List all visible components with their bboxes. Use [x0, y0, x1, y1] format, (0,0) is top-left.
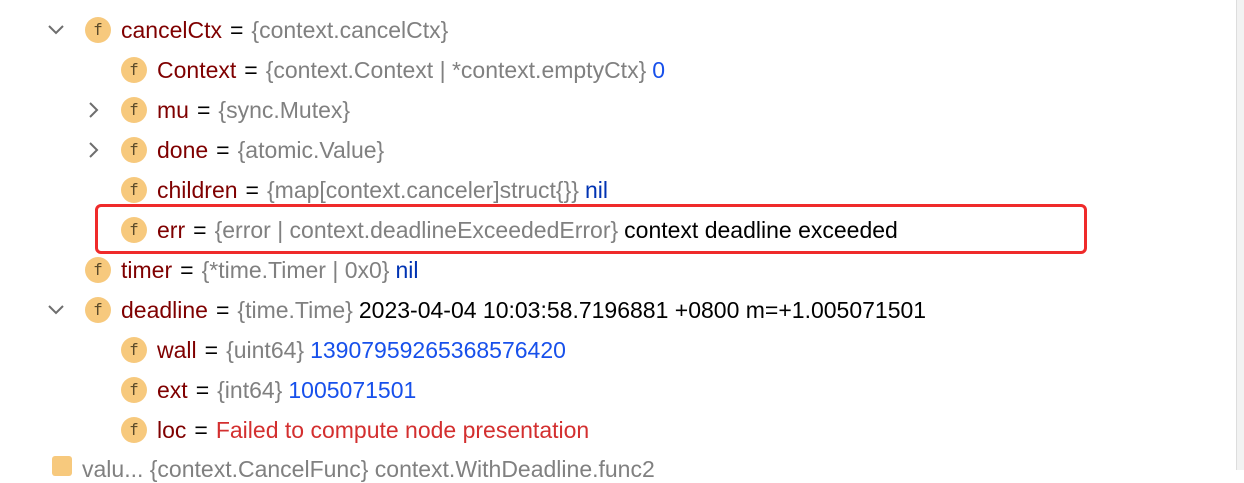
- variable-name: wall: [157, 337, 197, 363]
- tree-row-timer[interactable]: f timer = {*time.Timer | 0x0} nil: [85, 250, 419, 290]
- chevron-right-icon: [89, 142, 99, 158]
- tree-row-cancelctx[interactable]: f cancelCtx = {context.cancelCtx}: [85, 10, 448, 50]
- field-icon: f: [121, 337, 147, 363]
- variable-name: timer: [121, 257, 173, 283]
- variable-type: {*time.Timer | 0x0}: [201, 257, 390, 283]
- tree-row-ext[interactable]: f ext = {int64} 1005071501: [121, 370, 416, 410]
- variable-type: {time.Time}: [237, 297, 353, 323]
- tree-row-deadline[interactable]: f deadline = {time.Time} 2023-04-04 10:0…: [85, 290, 926, 330]
- panel-right-edge: [1236, 0, 1244, 470]
- variable-name: mu: [157, 97, 189, 123]
- variable-value: 0: [652, 57, 666, 83]
- variable-value: Failed to compute node presentation: [215, 417, 590, 443]
- expand-chevron-done[interactable]: [84, 130, 104, 170]
- tree-row-mu[interactable]: f mu = {sync.Mutex}: [121, 90, 350, 130]
- equals-sign: =: [195, 377, 210, 403]
- equals-sign: =: [229, 17, 244, 43]
- highlight-annotation-box: [95, 204, 1087, 254]
- variable-type: {atomic.Value}: [237, 137, 385, 163]
- field-icon: f: [85, 297, 111, 323]
- equals-sign: =: [204, 337, 219, 363]
- variable-type: {int64}: [217, 377, 283, 403]
- variable-value: 2023-04-04 10:03:58.7196881 +0800 m=+1.0…: [358, 297, 927, 323]
- variable-type: {uint64}: [226, 337, 305, 363]
- tree-row-loc[interactable]: f loc = Failed to compute node presentat…: [121, 410, 589, 450]
- equals-sign: =: [180, 257, 194, 283]
- expand-chevron-mu[interactable]: [84, 90, 104, 130]
- expand-chevron-cancelctx[interactable]: [46, 10, 66, 50]
- field-icon: f: [121, 177, 147, 203]
- variable-type: {context.cancelCtx}: [251, 17, 449, 43]
- variable-type: {sync.Mutex}: [218, 97, 351, 123]
- equals-sign: =: [196, 97, 211, 123]
- field-icon: f: [121, 377, 147, 403]
- tree-row-partial[interactable]: valu... {context.CancelFunc} context.Wit…: [52, 456, 655, 482]
- equals-sign: =: [215, 297, 230, 323]
- variable-name: Context: [157, 57, 237, 83]
- variable-name: loc: [157, 417, 187, 443]
- equals-sign: =: [216, 137, 230, 163]
- variable-value: nil: [395, 257, 419, 283]
- tree-row-wall[interactable]: f wall = {uint64} 13907959265368576420: [121, 330, 566, 370]
- chevron-down-icon: [48, 305, 64, 315]
- variable-value: 13907959265368576420: [310, 337, 566, 363]
- field-icon: f: [121, 57, 147, 83]
- tree-row-context[interactable]: f Context = {context.Context | *context.…: [121, 50, 665, 90]
- field-icon: f: [121, 417, 147, 443]
- expand-chevron-deadline[interactable]: [46, 290, 66, 330]
- variable-value: 1005071501: [288, 377, 417, 403]
- equals-sign: =: [194, 417, 208, 443]
- field-icon: f: [121, 137, 147, 163]
- field-icon: f: [121, 97, 147, 123]
- field-icon: f: [85, 257, 111, 283]
- variable-name: deadline: [121, 297, 208, 323]
- chevron-down-icon: [48, 25, 64, 35]
- variable-name: done: [157, 137, 209, 163]
- equals-sign: =: [244, 57, 258, 83]
- variable-name: cancelCtx: [121, 17, 222, 43]
- tree-row-done[interactable]: f done = {atomic.Value}: [121, 130, 384, 170]
- variable-type: {context.Context | *context.emptyCtx}: [265, 57, 647, 83]
- field-icon: [52, 456, 72, 476]
- field-icon: f: [85, 17, 111, 43]
- chevron-right-icon: [89, 102, 99, 118]
- variable-name: ext: [157, 377, 188, 403]
